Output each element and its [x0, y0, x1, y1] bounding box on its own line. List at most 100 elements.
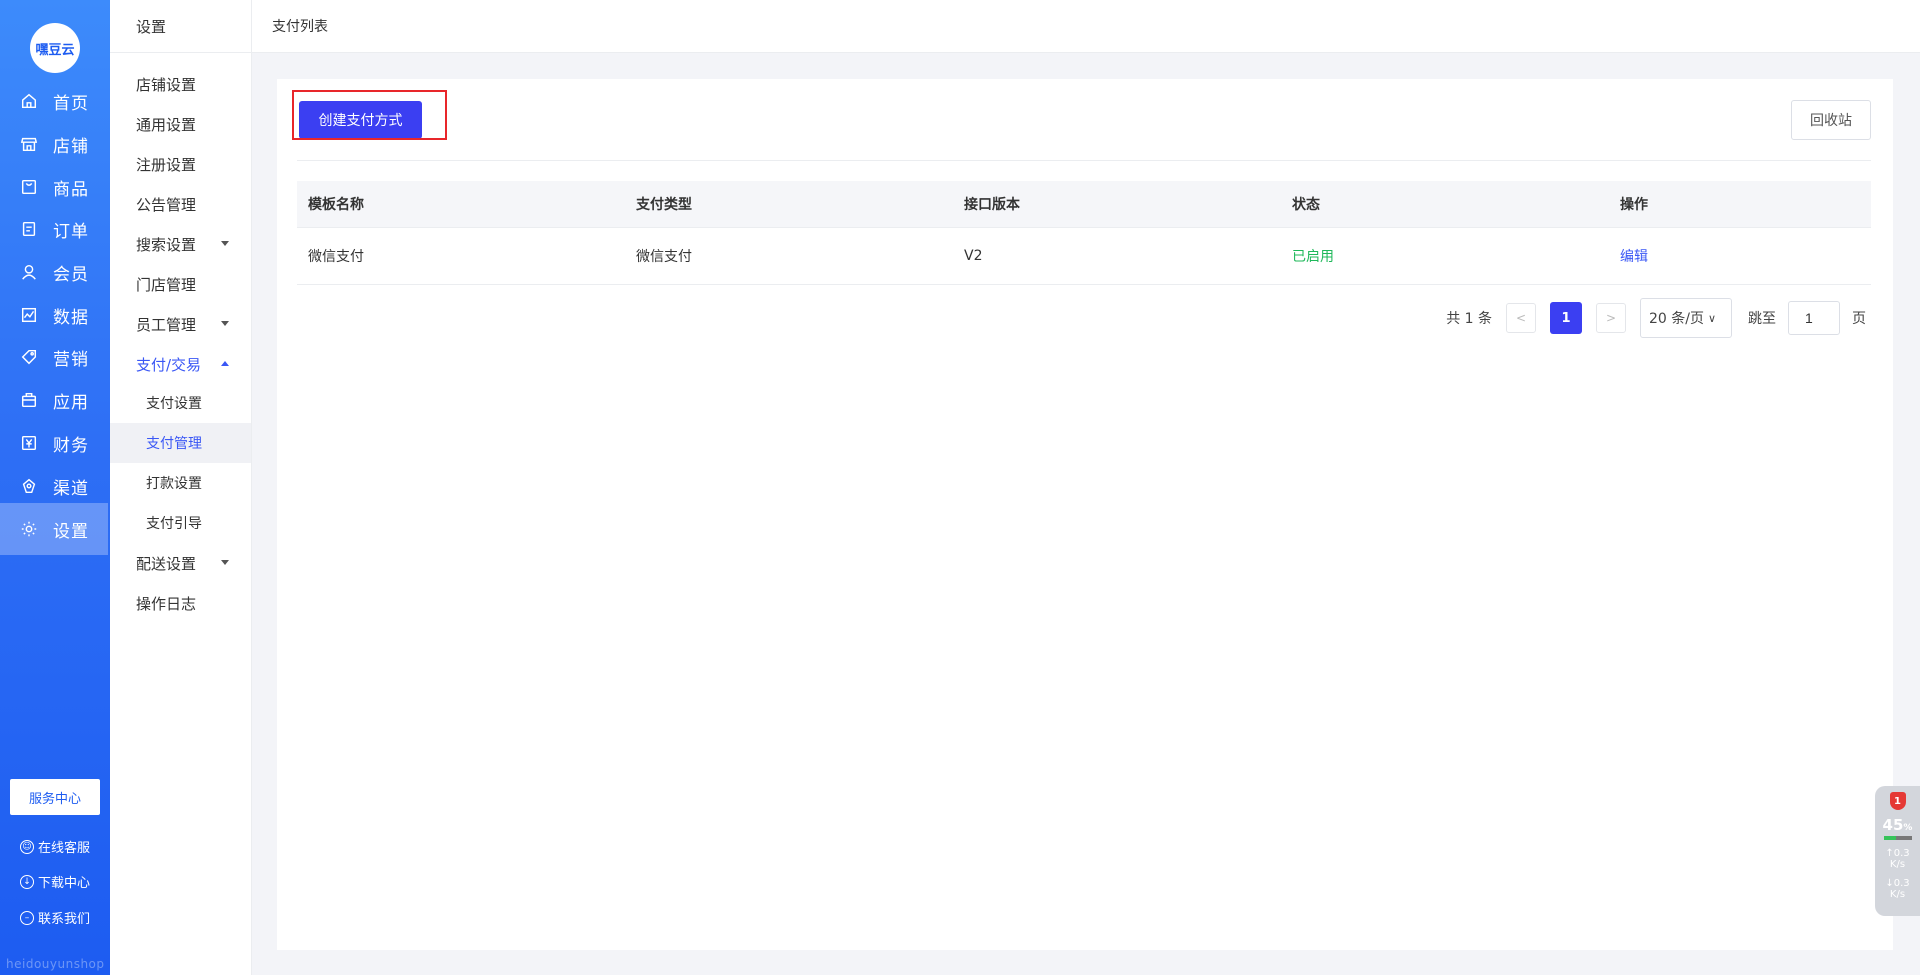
- submenu-item-payout-settings[interactable]: 打款设置: [110, 463, 251, 503]
- caret-down-icon: [221, 241, 229, 246]
- usage-value: 45: [1882, 816, 1904, 834]
- submenu-label: 支付引导: [146, 516, 202, 532]
- submenu-item-payment-settings[interactable]: 支付设置: [110, 383, 251, 423]
- submenu-label: 支付设置: [146, 396, 202, 412]
- brand-footer: heidouyunshop: [6, 957, 105, 971]
- channel-icon: [19, 476, 39, 496]
- usage-bar: [1883, 836, 1912, 840]
- brand-logo[interactable]: 嘿豆云: [30, 23, 80, 73]
- table-row: 微信支付 微信支付 V2 已启用 编辑: [297, 227, 1871, 285]
- submenu-item-payment-trade[interactable]: 支付/交易: [110, 344, 251, 384]
- member-icon: [19, 262, 39, 282]
- submenu-label: 操作日志: [136, 594, 197, 613]
- chat-icon: –: [20, 910, 34, 925]
- column-header: 支付类型: [625, 181, 953, 228]
- column-header: 状态: [1281, 181, 1609, 228]
- cell-action: 编辑: [1609, 227, 1871, 285]
- payment-table: 模板名称 支付类型 接口版本 状态 操作 微信支付 微信支付 V2 已启用 编辑: [297, 181, 1871, 285]
- home-icon: [19, 91, 39, 111]
- gear-icon: [19, 519, 39, 539]
- nav-label: 订单: [53, 221, 89, 242]
- payment-list-card: 创建支付方式 回收站 模板名称 支付类型 接口版本 状态 操作 微信支付 微信支…: [277, 79, 1893, 950]
- nav-label: 财务: [53, 435, 89, 456]
- divider: [297, 160, 1871, 161]
- nav-label: 渠道: [53, 478, 89, 499]
- prev-page-button[interactable]: <: [1506, 303, 1536, 333]
- submenu-item-register-settings[interactable]: 注册设置: [110, 144, 251, 184]
- submenu-label: 员工管理: [136, 315, 197, 334]
- nav-label: 首页: [53, 93, 89, 114]
- shield-icon: 1: [1889, 792, 1906, 810]
- nav-label: 营销: [53, 349, 89, 370]
- submenu-item-payment-guide[interactable]: 支付引导: [110, 503, 251, 543]
- chevron-down-icon: ∨: [1707, 311, 1717, 325]
- online-service-link[interactable]: ☺ 在线客服: [20, 837, 90, 856]
- submenu-item-general-settings[interactable]: 通用设置: [110, 104, 251, 144]
- submenu-label: 门店管理: [136, 275, 197, 294]
- submenu-label: 打款设置: [146, 476, 202, 492]
- caret-down-icon: [221, 321, 229, 326]
- caret-up-icon: [221, 361, 229, 366]
- online-service-label: 在线客服: [38, 841, 91, 856]
- next-page-button[interactable]: >: [1596, 303, 1626, 333]
- contact-us-link[interactable]: – 联系我们: [20, 908, 90, 927]
- jump-page-input[interactable]: [1788, 301, 1840, 335]
- submenu-label: 配送设置: [136, 554, 197, 573]
- jump-label: 跳至: [1748, 311, 1776, 327]
- order-icon: [19, 219, 39, 239]
- table-header-row: 模板名称 支付类型 接口版本 状态 操作: [297, 181, 1871, 228]
- submenu-item-stores[interactable]: 门店管理: [110, 264, 251, 304]
- caret-down-icon: [221, 560, 229, 565]
- store-icon: [19, 134, 39, 154]
- upload-value: 0.3: [1893, 848, 1910, 859]
- submenu-title: 设置: [110, 0, 251, 53]
- download-center-link[interactable]: ↓ 下载中心: [20, 872, 90, 891]
- avatar-icon: ☺: [20, 839, 34, 854]
- submenu-label: 店铺设置: [136, 75, 197, 94]
- create-payment-button[interactable]: 创建支付方式: [299, 101, 422, 139]
- app-icon: [19, 390, 39, 410]
- submenu-label: 搜索设置: [136, 235, 197, 254]
- main-sidebar: 嘿豆云 首页 店铺 商品 订单 会员 数据 营销 应用 财务 渠道 设置 服务中…: [0, 0, 110, 975]
- upload-speed: ↑0.3 K/s: [1885, 848, 1910, 870]
- system-monitor-widget[interactable]: 1 45% ↑0.3 K/s ↓0.3 K/s: [1875, 786, 1920, 916]
- download-icon: ↓: [20, 874, 34, 889]
- edit-link[interactable]: 编辑: [1620, 249, 1648, 265]
- nav-label: 设置: [53, 521, 89, 542]
- status-badge: 已启用: [1281, 227, 1609, 285]
- nav-label: 商品: [53, 179, 89, 200]
- submenu-item-payment-manage[interactable]: 支付管理: [110, 423, 251, 463]
- page-suffix: 页: [1852, 311, 1866, 327]
- service-center-button[interactable]: 服务中心: [10, 779, 100, 815]
- nav-label: 应用: [53, 392, 89, 413]
- cell-version: V2: [953, 227, 1281, 285]
- page-number-button[interactable]: 1: [1550, 302, 1582, 334]
- download-center-label: 下载中心: [38, 876, 91, 891]
- chart-icon: [19, 305, 39, 325]
- submenu-item-logs[interactable]: 操作日志: [110, 583, 251, 623]
- submenu-item-search-settings[interactable]: 搜索设置: [110, 224, 251, 264]
- page-size-value: 20 条/页: [1649, 311, 1704, 327]
- submenu-item-store-settings[interactable]: 店铺设置: [110, 64, 251, 104]
- page-size-select[interactable]: 20 条/页 ∨: [1640, 298, 1732, 338]
- tag-icon: [19, 347, 39, 367]
- settings-submenu: 设置 店铺设置 通用设置 注册设置 公告管理 搜索设置 门店管理 员工管理 支付…: [110, 0, 252, 975]
- nav-item-settings[interactable]: 设置: [0, 503, 108, 555]
- submenu-label: 支付/交易: [136, 355, 202, 374]
- breadcrumb: 支付列表: [252, 0, 1920, 53]
- finance-icon: [19, 433, 39, 453]
- column-header: 操作: [1609, 181, 1871, 228]
- submenu-item-delivery[interactable]: 配送设置: [110, 543, 251, 583]
- submenu-item-notice[interactable]: 公告管理: [110, 184, 251, 224]
- contact-us-label: 联系我们: [38, 912, 91, 927]
- recycle-bin-button[interactable]: 回收站: [1791, 100, 1871, 140]
- usage-bar-fill: [1883, 836, 1897, 840]
- total-count: 共 1 条: [1446, 311, 1492, 327]
- page-title: 支付列表: [272, 19, 328, 35]
- usage-percent: 45%: [1883, 816, 1913, 834]
- upload-unit: K/s: [1889, 859, 1906, 870]
- nav-label: 店铺: [53, 136, 89, 157]
- submenu-label: 通用设置: [136, 115, 197, 134]
- submenu-item-staff[interactable]: 员工管理: [110, 304, 251, 344]
- submenu-label: 注册设置: [136, 155, 197, 174]
